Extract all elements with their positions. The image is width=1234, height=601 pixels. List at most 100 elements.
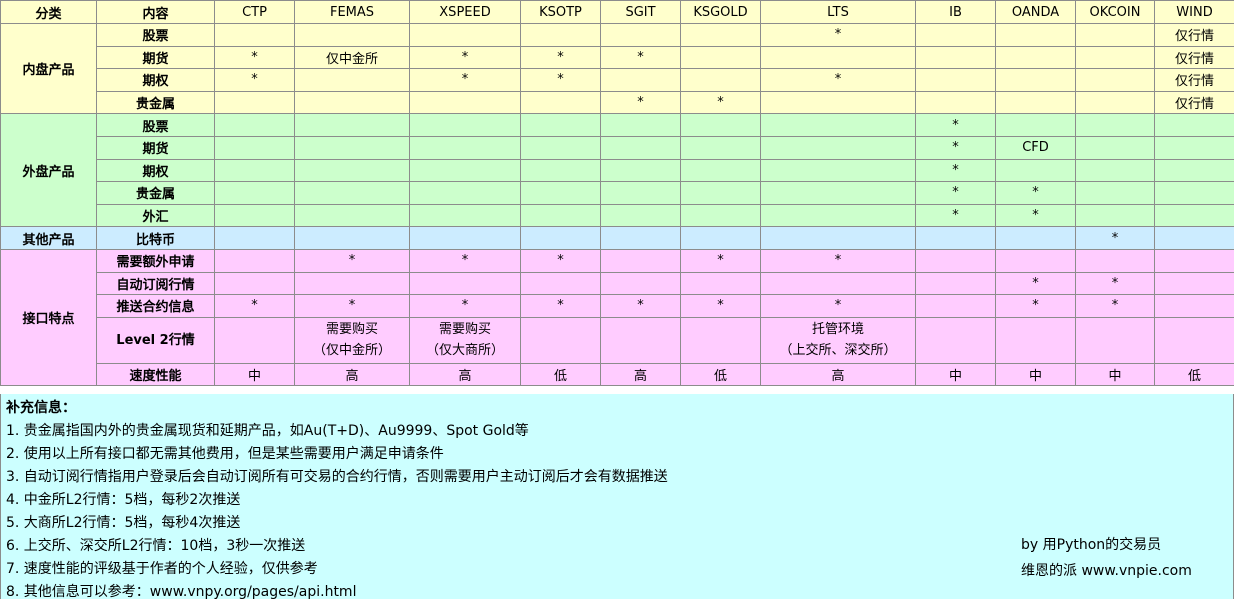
table-row: 推送合约信息********* <box>1 295 1234 318</box>
table-cell <box>681 159 761 182</box>
table-cell <box>601 204 681 227</box>
table-row: 外盘产品股票* <box>1 114 1234 137</box>
table-cell: * <box>761 69 916 92</box>
table-cell <box>521 136 601 159</box>
row-label: 期货 <box>97 46 215 69</box>
category-cell: 内盘产品 <box>1 24 97 114</box>
table-cell <box>521 317 601 363</box>
table-cell: 中 <box>215 363 295 386</box>
table-cell <box>681 114 761 137</box>
table-cell <box>521 182 601 205</box>
table-cell <box>1076 159 1155 182</box>
table-cell: * <box>996 295 1076 318</box>
header-cell: OKCOIN <box>1076 1 1155 24</box>
table-cell <box>215 159 295 182</box>
table-cell: 低 <box>1155 363 1234 386</box>
table-cell <box>295 136 410 159</box>
table-row: 其他产品比特币* <box>1 227 1234 250</box>
table-cell <box>521 114 601 137</box>
table-cell: * <box>681 295 761 318</box>
table-cell <box>996 46 1076 69</box>
table-cell <box>521 159 601 182</box>
table-cell <box>1076 46 1155 69</box>
table-cell <box>916 91 996 114</box>
table-cell <box>761 204 916 227</box>
table-cell <box>1155 295 1234 318</box>
row-label: 期权 <box>97 159 215 182</box>
table-cell: * <box>295 295 410 318</box>
table-cell <box>1076 204 1155 227</box>
table-cell <box>295 272 410 295</box>
table-cell <box>521 24 601 47</box>
row-label: 期权 <box>97 69 215 92</box>
row-label: 贵金属 <box>97 182 215 205</box>
note-line: 1. 贵金属指国内外的贵金属现货和延期产品，如Au(T+D)、Au9999、Sp… <box>6 420 529 440</box>
table-cell: * <box>601 91 681 114</box>
table-cell <box>410 114 521 137</box>
table-cell: * <box>916 159 996 182</box>
table-cell <box>681 24 761 47</box>
table-cell <box>601 69 681 92</box>
table-cell: * <box>215 295 295 318</box>
table-cell <box>996 69 1076 92</box>
table-cell: * <box>295 249 410 272</box>
spreadsheet: 分类内容CTPFEMASXSPEEDKSOTPSGITKSGOLDLTSIBOA… <box>0 0 1234 599</box>
table-cell: * <box>215 46 295 69</box>
table-row: 期货*仅中金所***仅行情 <box>1 46 1234 69</box>
header-cell: IB <box>916 1 996 24</box>
table-cell: * <box>521 46 601 69</box>
table-cell <box>1155 159 1234 182</box>
header-cell: XSPEED <box>410 1 521 24</box>
table-cell: * <box>521 249 601 272</box>
row-label: 推送合约信息 <box>97 295 215 318</box>
table-cell: 需要购买 （仅中金所） <box>295 317 410 363</box>
table-cell <box>295 24 410 47</box>
table-row: 贵金属**仅行情 <box>1 91 1234 114</box>
table-cell <box>761 46 916 69</box>
row-label: 自动订阅行情 <box>97 272 215 295</box>
table-cell <box>996 227 1076 250</box>
table-cell <box>601 249 681 272</box>
table-cell <box>215 91 295 114</box>
table-cell <box>916 24 996 47</box>
table-cell: 托管环境 （上交所、深交所） <box>761 317 916 363</box>
table-cell <box>601 136 681 159</box>
table-cell <box>681 69 761 92</box>
table-row: 外汇** <box>1 204 1234 227</box>
table-cell: * <box>761 249 916 272</box>
author-credit: by 用Python的交易员 <box>1021 534 1161 554</box>
table-cell <box>996 91 1076 114</box>
table-cell: * <box>410 295 521 318</box>
table-cell <box>1076 182 1155 205</box>
table-cell: 仅中金所 <box>295 46 410 69</box>
row-label: 速度性能 <box>97 363 215 386</box>
table-cell <box>996 249 1076 272</box>
table-row: 内盘产品股票*仅行情 <box>1 24 1234 47</box>
table-cell: * <box>521 295 601 318</box>
header-cell: WIND <box>1155 1 1234 24</box>
table-cell <box>295 159 410 182</box>
row-label: 期货 <box>97 136 215 159</box>
table-cell <box>601 272 681 295</box>
note-line: 6. 上交所、深交所L2行情：10档，3秒一次推送 <box>6 535 305 555</box>
table-cell <box>521 227 601 250</box>
table-cell: * <box>410 69 521 92</box>
table-cell: 高 <box>761 363 916 386</box>
table-cell: * <box>761 24 916 47</box>
table-cell: * <box>681 249 761 272</box>
table-cell: 仅行情 <box>1155 91 1234 114</box>
table-cell <box>761 272 916 295</box>
table-cell: * <box>916 204 996 227</box>
table-row: 自动订阅行情** <box>1 272 1234 295</box>
table-cell <box>295 204 410 227</box>
header-cell: OANDA <box>996 1 1076 24</box>
note-line: 3. 自动订阅行情指用户登录后会自动订阅所有可交易的合约行情，否则需要用户主动订… <box>6 466 668 486</box>
table-cell <box>1076 24 1155 47</box>
table-cell <box>410 136 521 159</box>
table-cell <box>916 317 996 363</box>
note-line: 2. 使用以上所有接口都无需其他费用，但是某些需要用户满足申请条件 <box>6 443 444 463</box>
table-cell <box>295 69 410 92</box>
note-line: 7. 速度性能的评级基于作者的个人经验，仅供参考 <box>6 558 318 578</box>
table-cell <box>681 317 761 363</box>
table-cell <box>761 227 916 250</box>
